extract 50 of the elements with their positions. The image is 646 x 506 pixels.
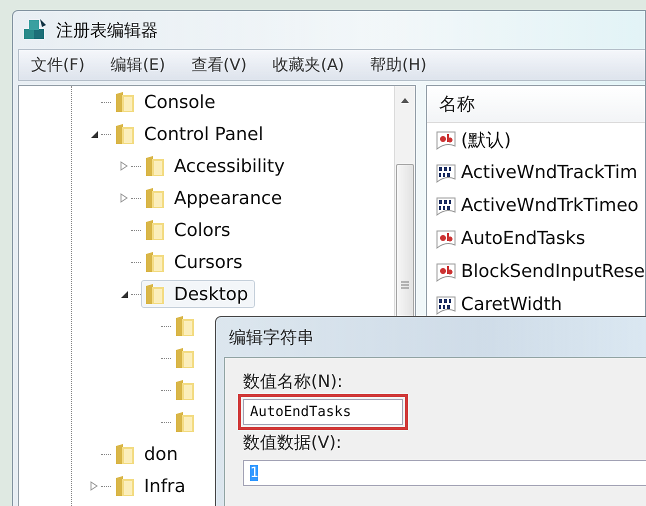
- tree-item[interactable]: Control Panel: [111, 120, 270, 148]
- menu-item[interactable]: 收藏夹(A): [272, 54, 344, 76]
- expand-arrow-icon[interactable]: [119, 161, 129, 171]
- string-value-icon: [435, 228, 457, 250]
- tree-item[interactable]: Console: [111, 88, 222, 116]
- menu-item[interactable]: 编辑(E): [110, 54, 166, 76]
- menu-item[interactable]: 帮助(H): [370, 54, 427, 76]
- tree-item[interactable]: Cursors: [141, 248, 250, 276]
- folder-icon: [174, 410, 196, 434]
- folder-icon: [174, 346, 196, 370]
- folder-icon: [144, 154, 166, 178]
- scroll-up-icon[interactable]: [400, 96, 410, 104]
- field-label: 数值数据(V):: [243, 432, 342, 454]
- folder-icon: [114, 122, 136, 146]
- collapse-arrow-icon[interactable]: [89, 129, 99, 139]
- tree-item[interactable]: Desktop: [141, 280, 256, 308]
- field-label: 数值名称(N):: [243, 371, 343, 393]
- folder-icon: [144, 186, 166, 210]
- collapse-arrow-icon[interactable]: [119, 289, 129, 299]
- menu-item[interactable]: 查看(V): [191, 54, 247, 76]
- binary-value-icon: [435, 194, 457, 216]
- value-name[interactable]: BlockSendInputRese: [461, 261, 645, 282]
- string-value-icon: [435, 260, 457, 282]
- dialog-title: 编辑字符串: [228, 326, 315, 350]
- folder-icon: [144, 250, 166, 274]
- menu-item[interactable]: 文件(F): [31, 54, 85, 76]
- value-name[interactable]: AutoEndTasks: [461, 228, 586, 249]
- value-name[interactable]: ActiveWndTrkTimeo: [461, 195, 639, 216]
- folder-icon: [114, 442, 136, 466]
- tree-item[interactable]: Appearance: [141, 184, 290, 212]
- binary-value-icon: [435, 294, 457, 316]
- folder-icon: [114, 474, 136, 498]
- grip-icon: [401, 281, 409, 289]
- tree-item[interactable]: Colors: [141, 216, 238, 244]
- tree-item[interactable]: Infra: [111, 472, 192, 500]
- folder-icon: [174, 314, 196, 338]
- value-name[interactable]: (默认): [461, 128, 512, 152]
- expand-arrow-icon[interactable]: [89, 481, 99, 491]
- folder-icon: [144, 282, 166, 306]
- tree-item[interactable]: Accessibility: [141, 152, 292, 180]
- binary-value-icon: [435, 162, 457, 184]
- value-name[interactable]: ActiveWndTrackTim: [461, 162, 638, 183]
- folder-icon: [174, 378, 196, 402]
- window-title: 注册表编辑器: [56, 20, 158, 42]
- folder-icon: [114, 90, 136, 114]
- expand-arrow-icon[interactable]: [119, 193, 129, 203]
- tree-item[interactable]: don: [111, 440, 185, 468]
- folder-icon: [144, 218, 166, 242]
- value-name[interactable]: CaretWidth: [461, 294, 562, 315]
- string-value-icon: [435, 128, 457, 150]
